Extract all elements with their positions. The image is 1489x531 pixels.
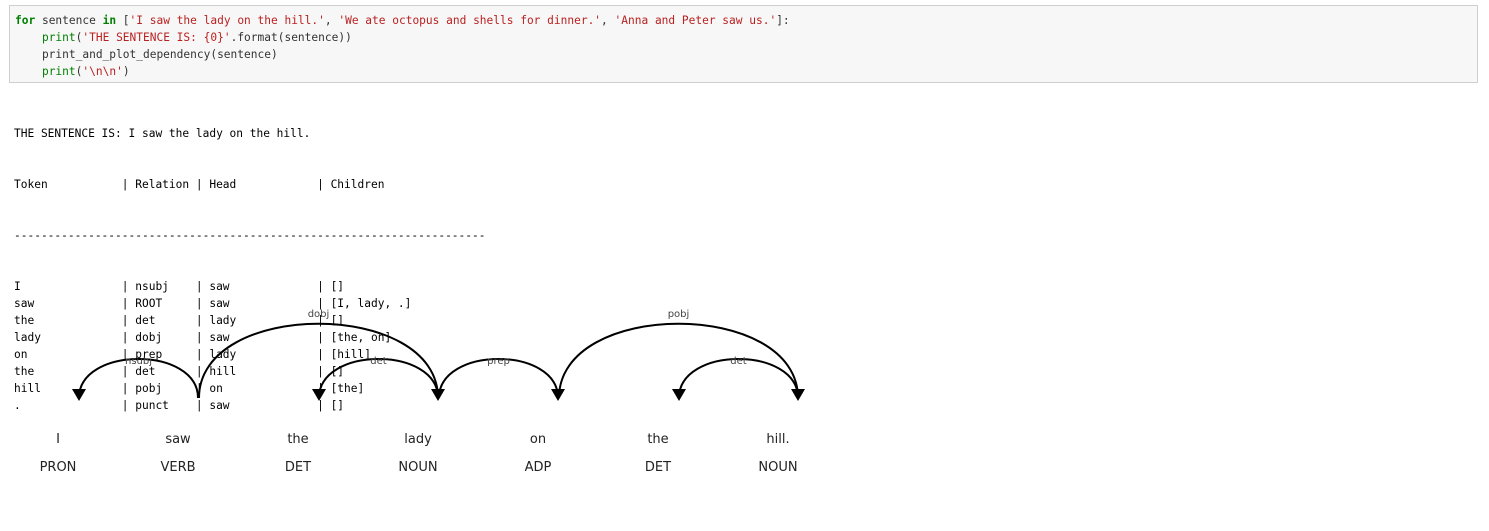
dep-arc-label: prep bbox=[487, 356, 510, 367]
dep-arc-label: pobj bbox=[668, 309, 690, 320]
code-token: ) bbox=[122, 65, 130, 78]
dep-arc-label: det bbox=[370, 356, 387, 367]
dep-word: saw bbox=[165, 432, 191, 447]
dep-arrowhead bbox=[672, 389, 686, 401]
code-token: , bbox=[324, 14, 339, 27]
code-line: print_and_plot_dependency(sentence) bbox=[15, 46, 1477, 63]
code-token: 'I saw the lady on the hill.' bbox=[129, 14, 325, 27]
dep-arc-label: det bbox=[730, 356, 747, 367]
dep-word: on bbox=[530, 432, 546, 447]
code-token: print_and_plot_dependency(sentence) bbox=[15, 48, 278, 61]
table-header: Token | Relation | Head | Children bbox=[14, 178, 385, 191]
code-token: print bbox=[41, 31, 76, 44]
code-line: for sentence in ['I saw the lady on the … bbox=[15, 12, 1477, 29]
dep-word: hill. bbox=[766, 432, 789, 447]
dep-arrowhead bbox=[72, 389, 86, 401]
code-token: ]: bbox=[776, 14, 790, 27]
dep-pos-tag: DET bbox=[285, 460, 311, 475]
sentence-line: THE SENTENCE IS: I saw the lady on the h… bbox=[14, 127, 311, 140]
dep-pos-tag: PRON bbox=[40, 460, 77, 475]
dependency-visualization: I PRON saw VERB the DET lady NOUN on ADP the DET hil… bbox=[40, 309, 805, 475]
dep-pos-tag: VERB bbox=[160, 460, 195, 475]
dep-word: the bbox=[647, 432, 668, 447]
dep-pos-tag: DET bbox=[645, 460, 671, 475]
code-token: 'Anna and Peter saw us.' bbox=[614, 14, 777, 27]
code-line: print('THE SENTENCE IS: {0}'.format(sent… bbox=[15, 29, 1477, 46]
code-token: .format(sentence)) bbox=[230, 31, 352, 44]
code-cell[interactable]: for sentence in ['I saw the lady on the … bbox=[9, 5, 1478, 83]
dep-arrowhead bbox=[551, 389, 565, 401]
code-token: 'We ate octopus and shells for dinner.' bbox=[338, 14, 602, 27]
code-line: print('\n\n') bbox=[15, 63, 1477, 80]
dep-arrowhead bbox=[312, 389, 326, 401]
dep-pos-tag: NOUN bbox=[758, 460, 797, 475]
code-token: [ bbox=[116, 14, 130, 27]
code-token: print bbox=[41, 65, 76, 78]
dep-pos-tag: ADP bbox=[525, 460, 552, 475]
code-token: sentence bbox=[35, 14, 103, 27]
code-token: , bbox=[601, 14, 615, 27]
dep-arc-label: nsubj bbox=[125, 356, 152, 367]
dep-word: I bbox=[56, 432, 60, 447]
code-token: 'THE SENTENCE IS: {0}' bbox=[82, 31, 231, 44]
dep-pos-tag: NOUN bbox=[398, 460, 437, 475]
dep-word: lady bbox=[404, 432, 432, 447]
code-token: '\n\n' bbox=[82, 65, 123, 78]
code-token: for bbox=[15, 14, 36, 27]
table-separator: ----------------------------------------… bbox=[14, 229, 486, 242]
dep-arc-label: dobj bbox=[308, 309, 330, 320]
dep-word: the bbox=[287, 432, 308, 447]
code-token: in bbox=[102, 14, 117, 27]
